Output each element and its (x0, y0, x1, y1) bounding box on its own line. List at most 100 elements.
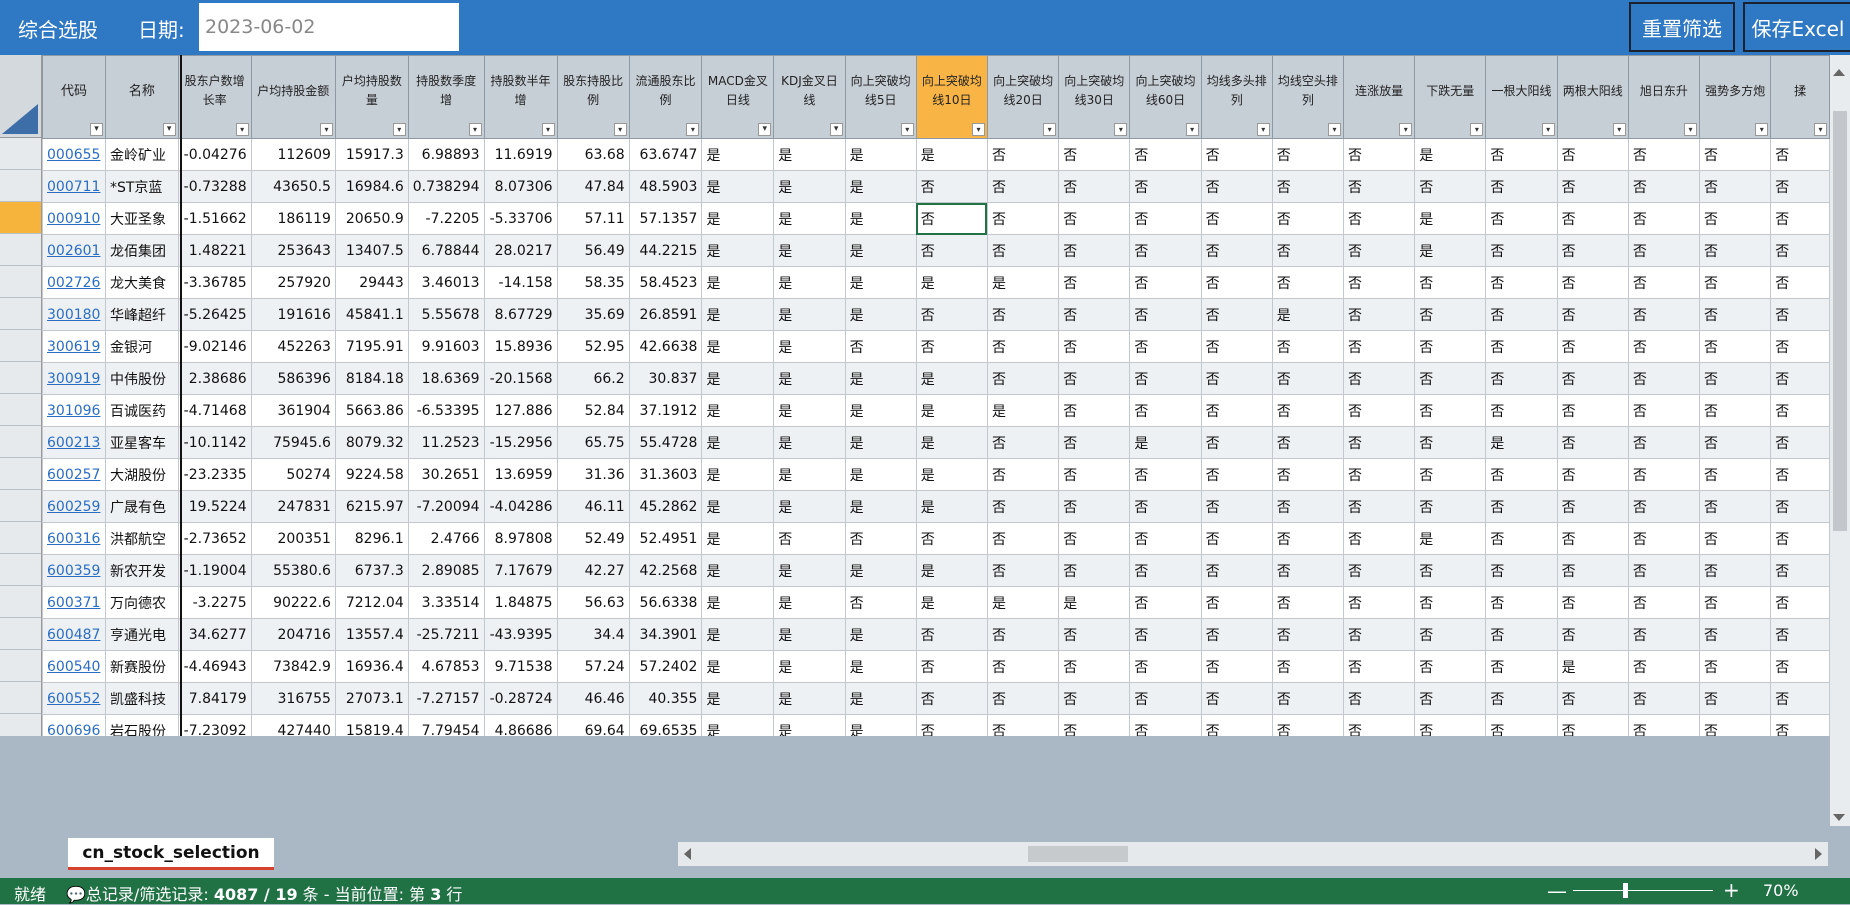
flag-cell[interactable]: 否 (1770, 202, 1830, 235)
numeric-cell[interactable]: 6215.97 (334, 490, 409, 523)
flag-cell[interactable]: 否 (1770, 298, 1830, 331)
numeric-cell[interactable]: 28.0217 (483, 234, 558, 267)
flag-cell[interactable]: 否 (915, 170, 988, 203)
flag-cell[interactable]: 否 (1200, 618, 1273, 651)
numeric-cell[interactable]: 31.3603 (628, 458, 703, 491)
flag-cell[interactable]: 否 (1485, 490, 1558, 523)
column-header[interactable]: 向上突破均线5日 ▾ (844, 55, 917, 139)
flag-cell[interactable]: 否 (1627, 458, 1701, 491)
column-header[interactable]: 股东户数增长率 ▾ (177, 55, 252, 139)
stock-code-cell[interactable]: 000910 (42, 202, 106, 235)
row-header[interactable] (0, 234, 42, 266)
numeric-cell[interactable]: 15819.4 (334, 714, 409, 736)
flag-cell[interactable]: 否 (1699, 330, 1772, 363)
flag-cell[interactable]: 否 (1129, 522, 1202, 555)
flag-cell[interactable]: 否 (1200, 266, 1273, 299)
flag-cell[interactable]: 是 (701, 234, 775, 267)
numeric-cell[interactable]: 52.4951 (628, 522, 703, 555)
row-header[interactable] (0, 522, 42, 554)
flag-cell[interactable]: 否 (1058, 554, 1131, 587)
filter-dropdown-icon[interactable]: ▾ (1755, 123, 1769, 136)
numeric-cell[interactable]: 57.1357 (628, 202, 703, 235)
numeric-cell[interactable]: 2.4766 (407, 522, 485, 555)
flag-cell[interactable]: 否 (915, 298, 988, 331)
flag-cell[interactable]: 是 (701, 330, 775, 363)
flag-cell[interactable]: 否 (1271, 394, 1345, 427)
numeric-cell[interactable]: 5663.86 (334, 394, 409, 427)
numeric-cell[interactable]: 8.07306 (483, 170, 558, 203)
flag-cell[interactable]: 否 (1058, 170, 1131, 203)
stock-code-cell[interactable]: 600552 (42, 682, 106, 715)
flag-cell[interactable]: 是 (773, 266, 846, 299)
flag-cell[interactable]: 否 (1129, 458, 1202, 491)
filter-dropdown-icon[interactable]: ▾ (1814, 123, 1827, 136)
numeric-cell[interactable]: -0.28724 (483, 682, 558, 715)
flag-cell[interactable]: 否 (986, 682, 1060, 715)
flag-cell[interactable]: 否 (1770, 234, 1830, 267)
flag-cell[interactable]: 是 (701, 394, 775, 427)
numeric-cell[interactable]: -1.51662 (177, 202, 252, 235)
numeric-cell[interactable]: 73842.9 (250, 650, 336, 683)
flag-cell[interactable]: 是 (1129, 426, 1202, 459)
row-header[interactable] (0, 618, 42, 650)
flag-cell[interactable]: 否 (1414, 490, 1487, 523)
row-header[interactable] (0, 714, 42, 736)
flag-cell[interactable]: 否 (915, 682, 988, 715)
numeric-cell[interactable]: -2.73652 (177, 522, 252, 555)
flag-cell[interactable]: 否 (986, 170, 1060, 203)
numeric-cell[interactable]: 13407.5 (334, 234, 409, 267)
flag-cell[interactable]: 是 (844, 714, 917, 736)
stock-code-cell[interactable]: 300919 (42, 362, 106, 395)
numeric-cell[interactable]: 112609 (250, 138, 336, 171)
flag-cell[interactable]: 否 (1271, 650, 1345, 683)
flag-cell[interactable]: 否 (1414, 586, 1487, 619)
flag-cell[interactable]: 否 (1414, 458, 1487, 491)
flag-cell[interactable]: 否 (1627, 522, 1701, 555)
flag-cell[interactable]: 否 (1699, 138, 1772, 171)
save-excel-button[interactable]: 保存Excel (1743, 2, 1850, 52)
stock-name-cell[interactable]: *ST京蓝 (104, 170, 179, 203)
numeric-cell[interactable]: 35.69 (556, 298, 630, 331)
flag-cell[interactable]: 否 (1342, 426, 1416, 459)
numeric-cell[interactable]: 34.6277 (177, 618, 252, 651)
flag-cell[interactable]: 否 (1699, 426, 1772, 459)
numeric-cell[interactable]: -4.04286 (483, 490, 558, 523)
stock-code-link[interactable]: 600213 (47, 435, 100, 451)
numeric-cell[interactable]: 6.78844 (407, 234, 485, 267)
flag-cell[interactable]: 否 (1058, 490, 1131, 523)
flag-cell[interactable]: 否 (1129, 234, 1202, 267)
flag-cell[interactable]: 否 (1485, 650, 1558, 683)
flag-cell[interactable]: 否 (1058, 458, 1131, 491)
flag-cell[interactable]: 是 (1058, 586, 1131, 619)
column-header[interactable]: 强势多方炮 ▾ (1699, 55, 1772, 139)
numeric-cell[interactable]: 19.5224 (177, 490, 252, 523)
numeric-cell[interactable]: 191616 (250, 298, 336, 331)
flag-cell[interactable]: 是 (701, 522, 775, 555)
numeric-cell[interactable]: 253643 (250, 234, 336, 267)
flag-cell[interactable]: 否 (986, 202, 1060, 235)
flag-cell[interactable]: 是 (773, 202, 846, 235)
numeric-cell[interactable]: 2.89085 (407, 554, 485, 587)
flag-cell[interactable]: 否 (1200, 170, 1273, 203)
stock-code-link[interactable]: 002601 (47, 243, 100, 259)
stock-code-link[interactable]: 300919 (47, 371, 100, 387)
column-header[interactable]: KDJ金叉日线 ▾ (773, 55, 846, 139)
flag-cell[interactable]: 否 (1699, 266, 1772, 299)
flag-cell[interactable]: 是 (1414, 138, 1487, 171)
numeric-cell[interactable]: 452263 (250, 330, 336, 363)
numeric-cell[interactable]: 3.33514 (407, 586, 485, 619)
flag-cell[interactable]: 否 (1058, 522, 1131, 555)
filter-dropdown-icon[interactable]: ▾ (1684, 123, 1698, 136)
stock-code-link[interactable]: 600359 (47, 563, 100, 579)
flag-cell[interactable]: 否 (1699, 458, 1772, 491)
flag-cell[interactable]: 否 (1342, 682, 1416, 715)
numeric-cell[interactable]: 6737.3 (334, 554, 409, 587)
flag-cell[interactable]: 否 (1200, 714, 1273, 736)
flag-cell[interactable]: 否 (1556, 618, 1629, 651)
flag-cell[interactable]: 否 (1627, 330, 1701, 363)
flag-cell[interactable]: 否 (1485, 170, 1558, 203)
column-header[interactable]: 户均持股数量 ▾ (334, 55, 409, 139)
flag-cell[interactable]: 否 (1485, 618, 1558, 651)
flag-cell[interactable]: 否 (915, 714, 988, 736)
numeric-cell[interactable]: 1.84875 (483, 586, 558, 619)
